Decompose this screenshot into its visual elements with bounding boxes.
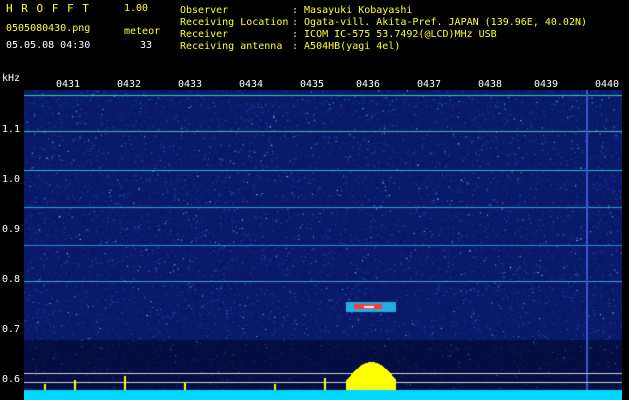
count-label: 33 [140, 40, 153, 51]
time-tick: 0440 [595, 79, 620, 90]
freq-tick: 1.1 [2, 124, 21, 135]
version-label: 1.00 [124, 3, 149, 14]
freq-tick: 0.8 [2, 274, 21, 285]
filename-label: 0505080430.png [6, 23, 91, 34]
freq-tick: 0.7 [2, 324, 21, 335]
freq-tick: 0.6 [2, 374, 21, 385]
receiver-value: : ICOM IC-575 53.7492(@LCD)MHz USB [292, 29, 497, 40]
antenna-value: : A504HB(yagi 4el) [292, 41, 401, 52]
time-tick: 0438 [478, 79, 503, 90]
spectrogram [24, 90, 622, 400]
observer-value: : Masayuki Kobayashi [292, 5, 413, 16]
mode-label: meteor [124, 26, 161, 37]
time-tick: 0434 [239, 79, 264, 90]
freq-tick: 1.0 [2, 174, 21, 185]
time-tick: 0433 [178, 79, 203, 90]
datetime-label: 05.05.08 04:30 [6, 40, 91, 51]
time-tick: 0436 [356, 79, 381, 90]
hrofft-window: H R O F F T 1.00 0505080430.png meteor 0… [0, 0, 629, 400]
app-title: H R O F F T [6, 2, 90, 15]
time-tick: 0432 [117, 79, 142, 90]
antenna-label: Receiving antenna [180, 41, 283, 52]
time-tick: 0431 [56, 79, 81, 90]
axis-unit-label: kHz [2, 73, 21, 84]
freq-tick: 0.9 [2, 224, 21, 235]
receiver-label: Receiver [180, 29, 229, 40]
location-value: : Ogata-vill. Akita-Pref. JAPAN (139.96E… [292, 17, 588, 28]
location-label: Receiving Location [180, 17, 289, 28]
observer-label: Observer [180, 5, 229, 16]
time-tick: 0439 [534, 79, 559, 90]
time-tick: 0435 [300, 79, 325, 90]
time-tick: 0437 [417, 79, 442, 90]
spectrogram-canvas [24, 90, 622, 400]
